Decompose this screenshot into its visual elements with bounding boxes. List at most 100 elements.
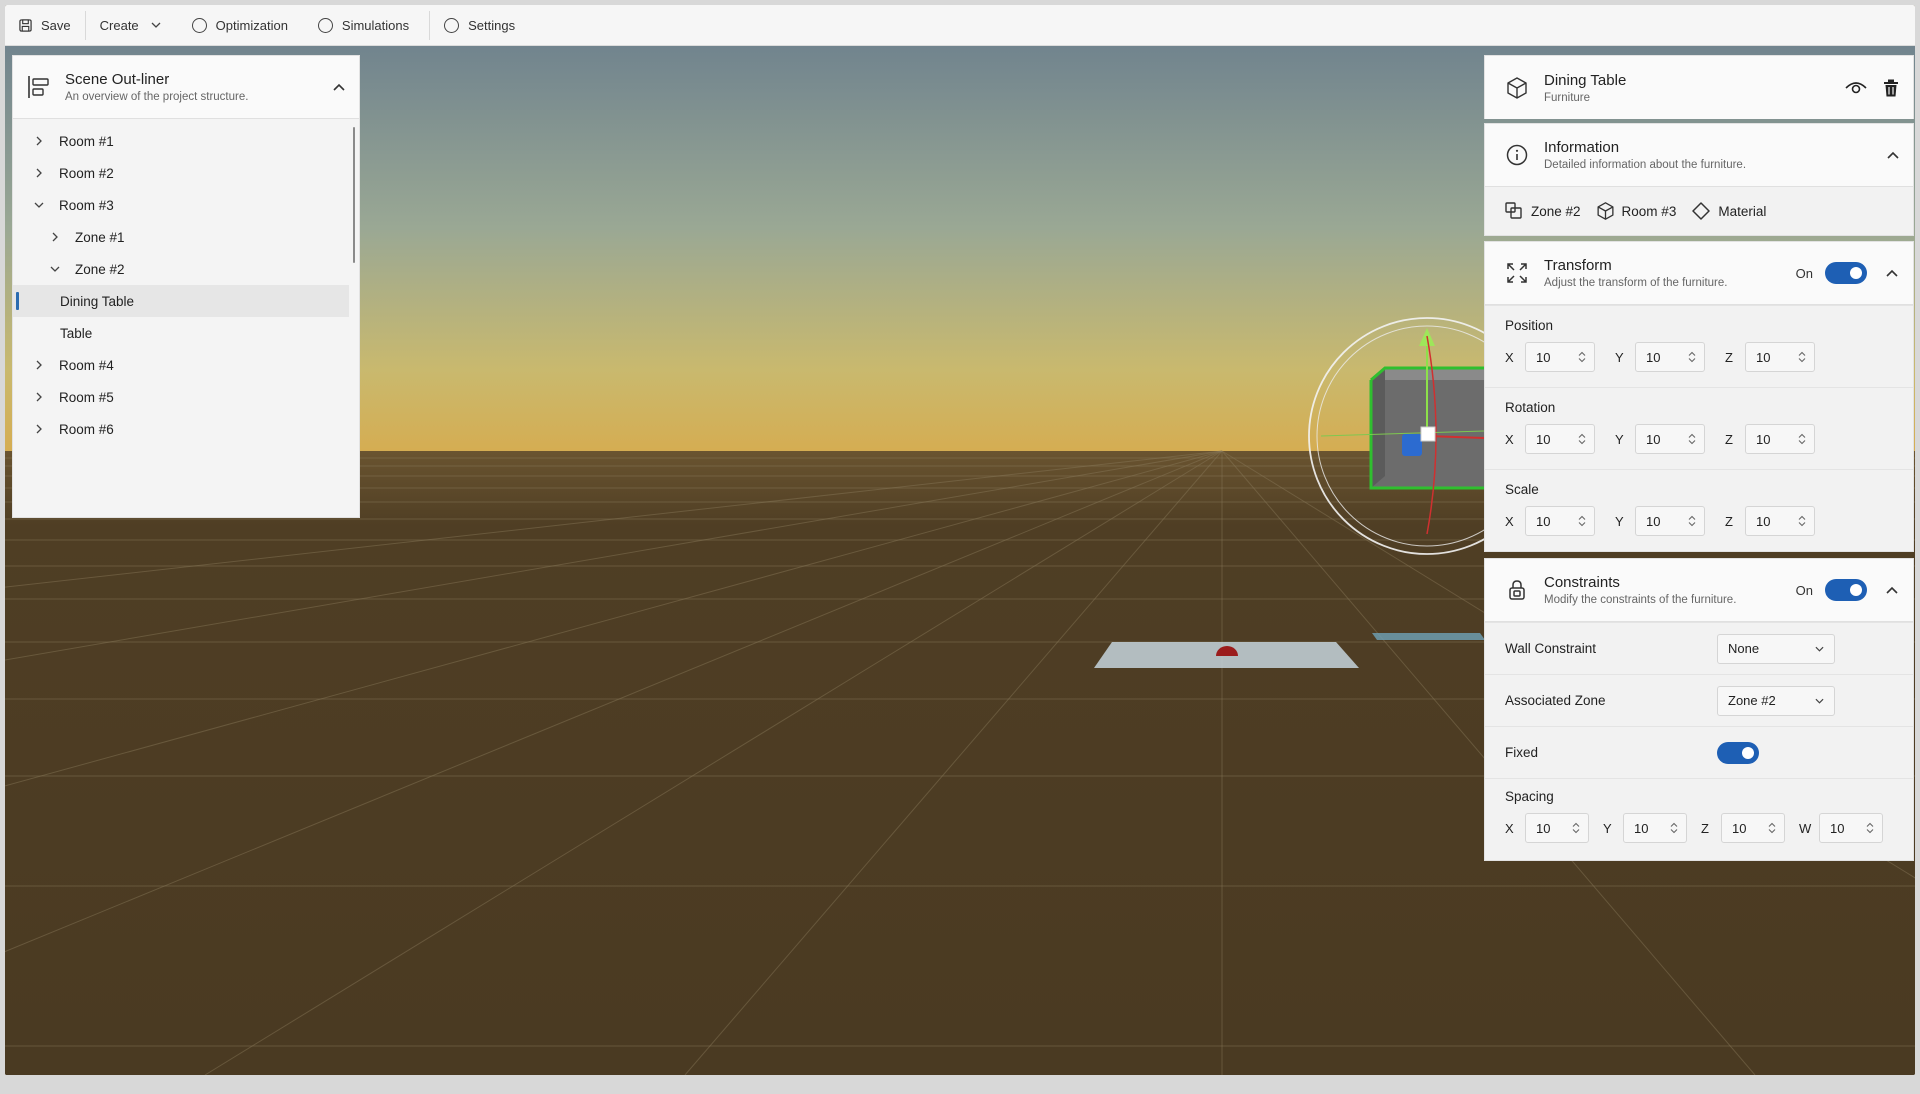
- information-title: Information: [1544, 139, 1620, 156]
- stepper-icon[interactable]: [1578, 433, 1586, 445]
- zone-chip[interactable]: Zone #2: [1505, 202, 1581, 220]
- save-button[interactable]: Save: [5, 5, 85, 45]
- tree-item[interactable]: Room #1: [13, 125, 359, 157]
- radio-icon: [317, 17, 333, 33]
- input-value: 10: [1536, 513, 1551, 529]
- toolbar: Save Create Optimization Simulations Set…: [5, 5, 1915, 46]
- stepper-icon[interactable]: [1578, 351, 1586, 363]
- chevron-right-icon[interactable]: [32, 166, 46, 180]
- chevron-right-icon[interactable]: [32, 358, 46, 372]
- position-x-input[interactable]: 10: [1525, 342, 1595, 372]
- chevron-down-icon: [1815, 646, 1824, 652]
- input-value: 10: [1536, 820, 1551, 836]
- radio-icon: [191, 17, 207, 33]
- axis-label: X: [1505, 431, 1514, 447]
- rotation-x-input[interactable]: 10: [1525, 424, 1595, 454]
- wall-constraint-select[interactable]: None: [1717, 633, 1835, 664]
- outliner-icon: [28, 76, 49, 98]
- trash-icon[interactable]: [1883, 79, 1899, 97]
- stepper-icon[interactable]: [1866, 822, 1874, 834]
- optimization-label: Optimization: [215, 17, 288, 33]
- eye-icon[interactable]: [1845, 81, 1867, 95]
- axis-label: X: [1505, 513, 1514, 529]
- optimization-option[interactable]: Optimization: [184, 5, 302, 45]
- stepper-icon[interactable]: [1768, 822, 1776, 834]
- spacing-z-input[interactable]: 10: [1721, 813, 1785, 843]
- tree-item-label: Dining Table: [60, 293, 135, 309]
- stepper-icon[interactable]: [1578, 515, 1586, 527]
- collapse-chevron-icon[interactable]: [333, 83, 345, 91]
- collapse-chevron-icon[interactable]: [1885, 266, 1899, 280]
- stepper-icon[interactable]: [1688, 433, 1696, 445]
- rotation-y-input[interactable]: 10: [1635, 424, 1705, 454]
- fixed-label: Fixed: [1505, 745, 1539, 760]
- object-name: Dining Table: [1544, 71, 1627, 89]
- scale-x-input[interactable]: 10: [1525, 506, 1595, 536]
- input-value: 10: [1646, 349, 1661, 365]
- chevron-right-icon[interactable]: [32, 422, 46, 436]
- stepper-icon[interactable]: [1572, 822, 1580, 834]
- stepper-icon[interactable]: [1798, 351, 1806, 363]
- axis-label: Y: [1615, 513, 1624, 529]
- constraints-subtitle: Modify the constraints of the furniture.: [1544, 594, 1737, 606]
- chevron-down-icon[interactable]: [32, 198, 46, 212]
- axis-label: W: [1799, 820, 1812, 836]
- simulations-option[interactable]: Simulations: [302, 5, 423, 45]
- position-z-input[interactable]: 10: [1745, 342, 1815, 372]
- associated-zone-select[interactable]: Zone #2: [1717, 685, 1835, 716]
- input-value: 10: [1756, 349, 1771, 365]
- associated-zone-value: Zone #2: [1728, 693, 1776, 708]
- tree-item-label: Room #1: [59, 133, 114, 149]
- constraints-toggle[interactable]: [1825, 579, 1867, 601]
- chevron-right-icon[interactable]: [32, 390, 46, 404]
- input-value: 10: [1634, 820, 1649, 836]
- settings-option[interactable]: Settings: [430, 5, 529, 45]
- tree-item[interactable]: Room #4: [13, 349, 359, 381]
- selection-marker: [16, 292, 19, 310]
- material-chip[interactable]: Material: [1692, 202, 1766, 220]
- floor-tile-far[interactable]: [1372, 633, 1485, 640]
- stepper-icon[interactable]: [1688, 351, 1696, 363]
- chevron-down-icon[interactable]: [48, 262, 62, 276]
- constraints-header[interactable]: Constraints Modify the constraints of th…: [1485, 559, 1913, 622]
- tree-item[interactable]: Room #5: [13, 381, 359, 413]
- fixed-row: Fixed: [1485, 726, 1913, 778]
- create-menu-button[interactable]: Create: [86, 5, 184, 45]
- axis-label: Y: [1603, 820, 1612, 836]
- diamond-icon: [1692, 202, 1711, 220]
- transform-toggle[interactable]: [1825, 262, 1867, 284]
- fixed-toggle[interactable]: [1717, 741, 1759, 764]
- input-value: 10: [1732, 820, 1747, 836]
- constraints-panel: Constraints Modify the constraints of th…: [1484, 558, 1914, 861]
- axis-label: Z: [1725, 513, 1733, 529]
- tree-item[interactable]: Zone #1: [13, 221, 359, 253]
- input-value: 10: [1536, 349, 1551, 365]
- transform-header[interactable]: Transform Adjust the transform of the fu…: [1485, 242, 1913, 305]
- tree-item-label: Room #5: [59, 389, 114, 405]
- scale-label: Scale: [1505, 482, 1539, 497]
- tree-item[interactable]: Table: [13, 317, 359, 349]
- chevron-right-icon[interactable]: [32, 134, 46, 148]
- collapse-chevron-icon[interactable]: [1885, 583, 1899, 597]
- information-header[interactable]: Information Detailed information about t…: [1485, 124, 1913, 187]
- scale-z-input[interactable]: 10: [1745, 506, 1815, 536]
- material-chip-label: Material: [1718, 203, 1767, 219]
- stepper-icon[interactable]: [1688, 515, 1696, 527]
- collapse-chevron-icon[interactable]: [1887, 151, 1899, 159]
- tree-item[interactable]: Dining Table: [13, 285, 349, 317]
- stepper-icon[interactable]: [1670, 822, 1678, 834]
- stepper-icon[interactable]: [1798, 515, 1806, 527]
- tree-item[interactable]: Room #6: [13, 413, 359, 445]
- room-chip[interactable]: Room #3: [1597, 202, 1676, 220]
- spacing-w-input[interactable]: 10: [1819, 813, 1883, 843]
- spacing-x-input[interactable]: 10: [1525, 813, 1589, 843]
- tree-item[interactable]: Zone #2: [13, 253, 359, 285]
- scale-y-input[interactable]: 10: [1635, 506, 1705, 536]
- position-y-input[interactable]: 10: [1635, 342, 1705, 372]
- spacing-y-input[interactable]: 10: [1623, 813, 1687, 843]
- tree-item[interactable]: Room #3: [13, 189, 359, 221]
- rotation-z-input[interactable]: 10: [1745, 424, 1815, 454]
- chevron-right-icon[interactable]: [48, 230, 62, 244]
- tree-item[interactable]: Room #2: [13, 157, 359, 189]
- stepper-icon[interactable]: [1798, 433, 1806, 445]
